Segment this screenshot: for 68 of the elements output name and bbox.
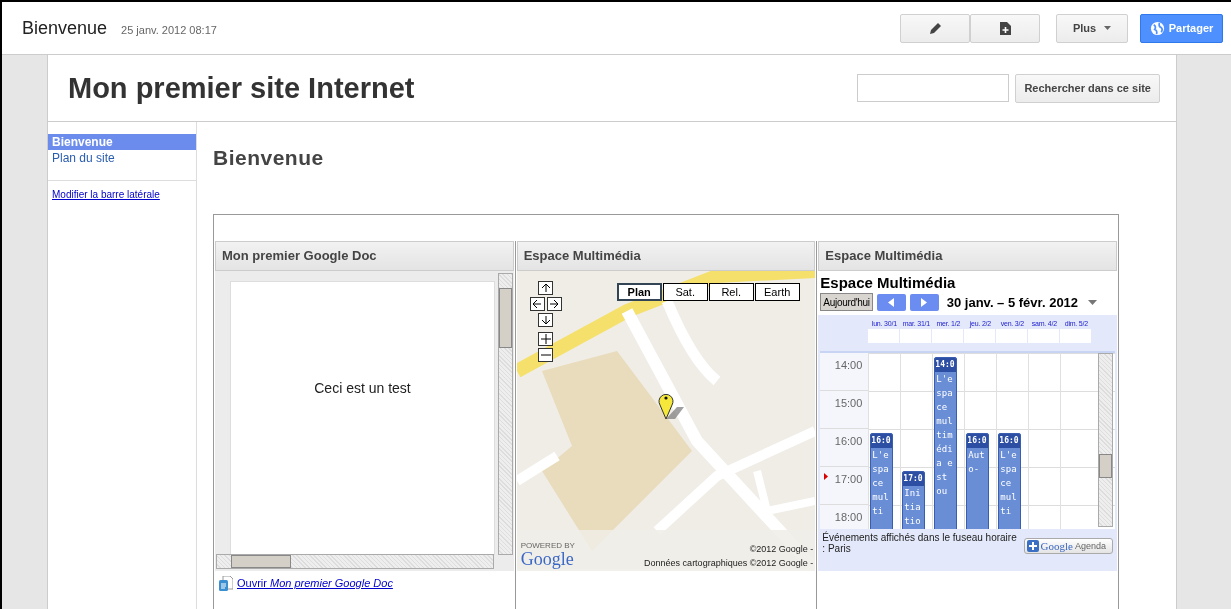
hour-label: 16:00 xyxy=(820,429,869,467)
add-to-agenda-button[interactable]: Google Agenda xyxy=(1023,538,1113,554)
all-day-cell[interactable] xyxy=(932,329,964,343)
triangle-right-icon xyxy=(921,297,928,307)
sidebar-item[interactable]: Plan du site xyxy=(48,150,196,166)
previous-button[interactable] xyxy=(876,293,906,311)
new-page-icon xyxy=(999,21,1011,35)
vertical-scrollbar[interactable] xyxy=(497,273,513,555)
calendar-title: Espace Multimédia xyxy=(819,273,957,293)
hour-label: 18:00 xyxy=(820,505,869,529)
powered-by-text: POWERED BY xyxy=(520,542,575,550)
hour-label: 14:00 xyxy=(820,353,869,391)
caret-icon xyxy=(1088,299,1098,305)
gadget-header: Mon premier Google Doc xyxy=(215,241,514,271)
globe-icon xyxy=(1149,20,1165,36)
map-data-text: Données cartographiques ©2012 Google - xyxy=(644,558,814,568)
map-type-button[interactable]: Earth xyxy=(754,283,800,301)
hour-label: 15:00 xyxy=(820,391,869,429)
gadget-header: Espace Multimédia xyxy=(516,241,816,271)
plus-icon xyxy=(1026,540,1039,552)
zoom-out-button[interactable] xyxy=(538,348,554,362)
new-page-button[interactable] xyxy=(970,13,1040,43)
search-field[interactable] xyxy=(857,74,1010,102)
pencil-icon xyxy=(928,21,942,35)
search-button[interactable]: Rechercher dans ce site xyxy=(1015,73,1160,103)
page-title: Bienvenue xyxy=(22,17,108,39)
all-day-cell[interactable] xyxy=(964,329,996,343)
google-logo: Google xyxy=(520,550,575,568)
arrow-up-icon xyxy=(540,283,551,293)
arrow-left-icon xyxy=(532,299,543,309)
more-button[interactable]: Plus xyxy=(1056,13,1128,43)
plus-icon xyxy=(540,334,551,344)
pan-up-button[interactable] xyxy=(538,281,554,295)
pan-down-button[interactable] xyxy=(538,313,554,327)
site-title: Mon premier site Internet xyxy=(68,71,415,105)
all-day-cell[interactable] xyxy=(1060,329,1092,343)
vertical-scrollbar[interactable] xyxy=(1098,353,1113,527)
caret-icon xyxy=(1104,26,1112,30)
all-day-cell[interactable] xyxy=(1028,329,1060,343)
map-type-button[interactable]: Plan xyxy=(616,283,662,301)
page-heading: Bienvenue xyxy=(213,146,325,170)
timezone-note: Événements affichés dans le fuseau horaire : Paris xyxy=(822,532,1018,554)
triangle-left-icon xyxy=(888,297,895,307)
timestamp: 25 janv. 2012 08:17 xyxy=(121,24,217,36)
map-type-button[interactable]: Sat. xyxy=(662,283,708,301)
calendar-event[interactable]: 16:0 Auto- xyxy=(966,433,990,529)
calendar-event[interactable]: 16:0 L'espace multi xyxy=(998,433,1022,529)
zoom-in-button[interactable] xyxy=(538,332,554,346)
map-type-button[interactable]: Rel. xyxy=(708,283,754,301)
document-icon xyxy=(219,575,233,591)
copyright-text: ©2012 Google - xyxy=(749,544,814,554)
all-day-cell[interactable] xyxy=(900,329,932,343)
document-text: Ceci est un test xyxy=(314,380,411,396)
next-button[interactable] xyxy=(909,293,939,311)
calendar-event[interactable]: 16:0 L'espace multi xyxy=(870,433,894,529)
current-time-marker xyxy=(824,473,829,480)
gadget-header: Espace Multimédia xyxy=(818,241,1117,271)
arrow-right-icon xyxy=(549,299,560,309)
arrow-down-icon xyxy=(540,315,551,325)
today-button[interactable]: Aujourd'hui xyxy=(820,293,873,311)
calendar-event[interactable]: 14:0 L'espace multimédia est ou xyxy=(934,357,958,529)
all-day-cell[interactable] xyxy=(868,329,900,343)
open-document-link[interactable]: Ouvrir Mon premier Google Doc xyxy=(237,577,393,589)
date-range: 30 janv. – 5 févr. 2012 xyxy=(946,294,1079,310)
all-day-cell[interactable] xyxy=(996,329,1028,343)
calendar-event[interactable]: 17:0 Initiatio xyxy=(902,471,926,529)
horizontal-scrollbar[interactable] xyxy=(216,554,494,569)
edit-sidebar-link[interactable]: Modifier la barre latérale xyxy=(48,181,196,208)
